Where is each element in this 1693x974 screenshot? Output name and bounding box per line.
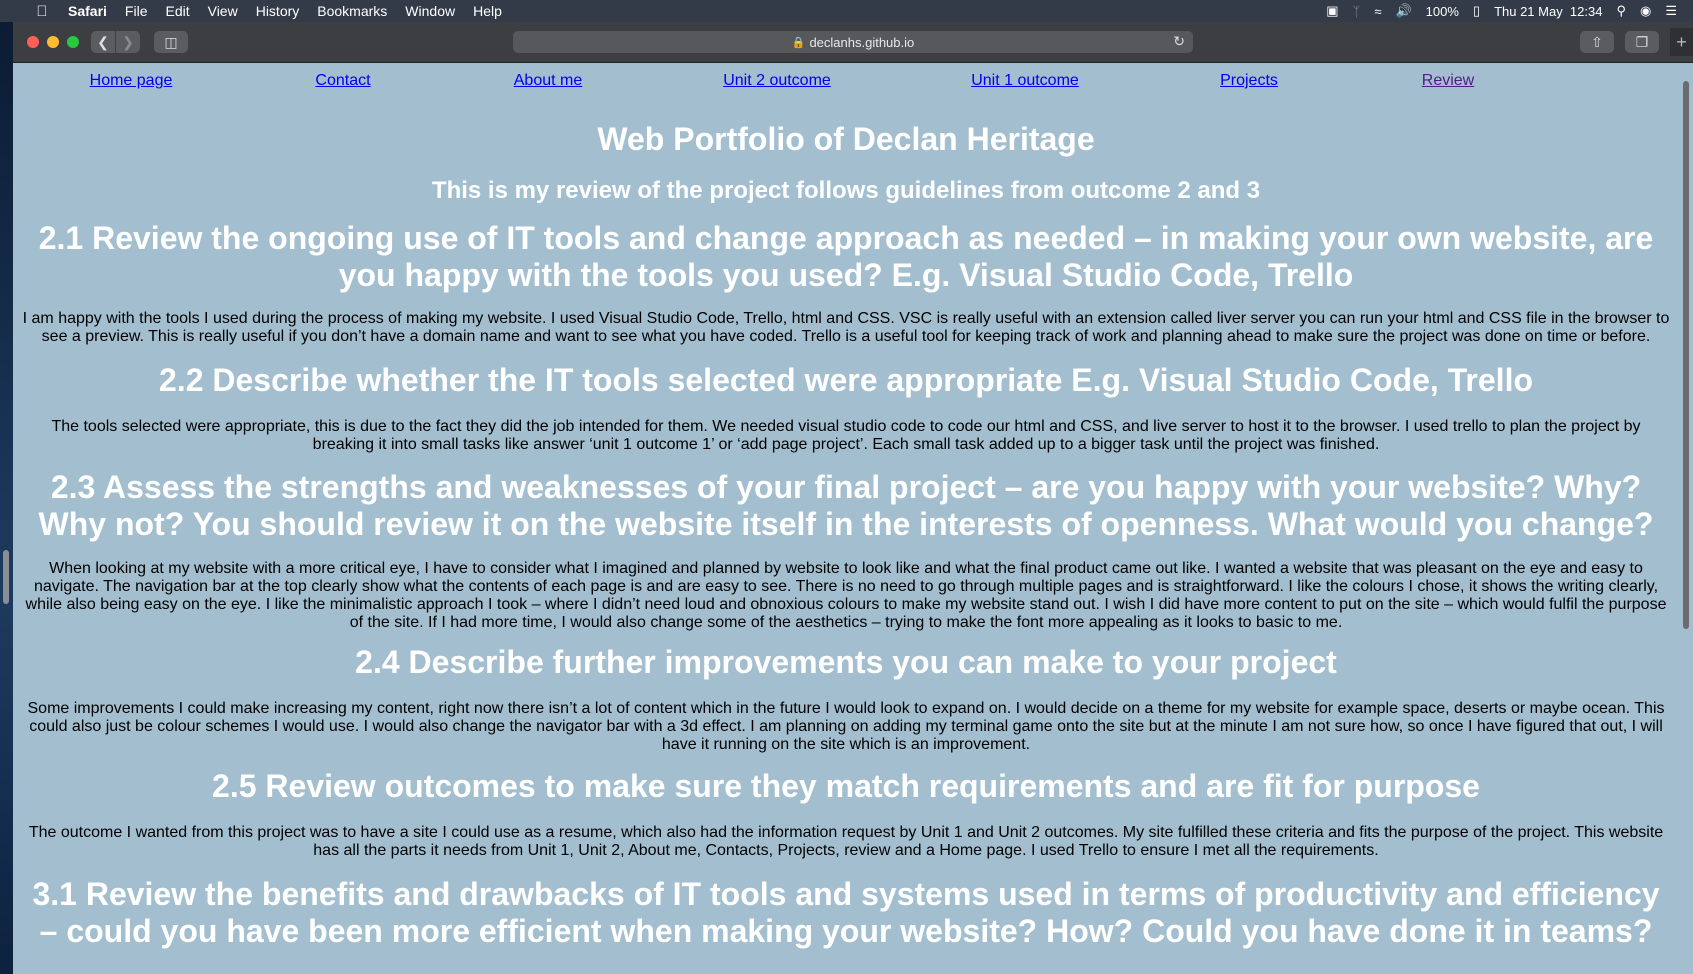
zoom-icon[interactable]: ▣ [1326, 3, 1338, 19]
notification-center-icon[interactable]: ☰ [1665, 3, 1677, 19]
menu-app-safari[interactable]: Safari [68, 3, 107, 19]
back-button[interactable]: ❮ [91, 31, 115, 53]
desktop-background [0, 22, 13, 974]
chevron-right-icon: ❯ [122, 33, 134, 50]
fullscreen-window-button[interactable] [67, 36, 79, 48]
safari-toolbar: ❮ ❯ ◫ 🔒 declanhs.github.io ↻ ⇧ ❐ + [13, 22, 1693, 63]
share-icon: ⇧ [1591, 33, 1603, 50]
section-heading-2-5: 2.5 Review outcomes to make sure they ma… [212, 768, 1480, 804]
menu-file[interactable]: File [125, 3, 148, 19]
page-subtitle: This is my review of the project follows… [431, 177, 1261, 204]
close-window-button[interactable] [27, 36, 39, 48]
show-tabs-button[interactable]: ❐ [1625, 31, 1659, 53]
menu-view[interactable]: View [208, 3, 238, 19]
apple-menu-icon[interactable]:  [32, 3, 52, 20]
section-heading-2-3: 2.3 Assess the strengths and weaknesses … [38, 469, 1654, 542]
safari-window: ❮ ❯ ◫ 🔒 declanhs.github.io ↻ ⇧ ❐ + Home … [13, 22, 1693, 974]
forward-button[interactable]: ❯ [116, 31, 140, 53]
volume-icon[interactable]: 🔊 [1395, 3, 1411, 19]
status-area: ▣ ᛉ ≈ 🔊 100% ▯ Thu 21 May 12:34 ⚲ ◉ ☰ [1326, 0, 1677, 22]
menu-history[interactable]: History [256, 3, 300, 19]
section-body-2-2: The tools selected were appropriate, thi… [51, 418, 1641, 453]
nav-link-home[interactable]: Home page [90, 72, 173, 90]
section-heading-2-1: 2.1 Review the ongoing use of IT tools a… [38, 220, 1654, 293]
battery-percent: 100% [1425, 3, 1459, 19]
menu-help[interactable]: Help [473, 3, 502, 19]
tabs-icon: ❐ [1635, 33, 1649, 50]
siri-icon[interactable]: ◉ [1640, 3, 1651, 19]
nav-link-unit-2-outcome[interactable]: Unit 2 outcome [723, 72, 831, 90]
chevron-left-icon: ❮ [97, 33, 109, 50]
section-body-2-5: The outcome I wanted from this project w… [28, 824, 1664, 859]
section-heading-3-1: 3.1 Review the benefits and drawbacks of… [32, 876, 1660, 949]
section-body-2-1: I am happy with the tools I used during … [22, 310, 1670, 345]
sidebar-icon: ◫ [164, 33, 178, 50]
site-navigation: Home page Contact About me Unit 2 outcom… [13, 63, 1679, 91]
nav-link-projects[interactable]: Projects [1220, 72, 1278, 90]
share-button[interactable]: ⇧ [1580, 31, 1614, 53]
page-scrollbar[interactable] [1679, 63, 1693, 974]
reload-icon[interactable]: ↻ [1173, 33, 1185, 50]
new-tab-button[interactable]: + [1670, 28, 1693, 56]
bluetooth-icon[interactable]: ᛉ [1353, 4, 1361, 19]
spotlight-search-icon[interactable]: ⚲ [1616, 3, 1626, 19]
sidebar-toggle-button[interactable]: ◫ [154, 31, 188, 53]
web-page: Home page Contact About me Unit 2 outcom… [13, 63, 1679, 974]
menu-window[interactable]: Window [405, 3, 455, 19]
menu-edit[interactable]: Edit [165, 3, 189, 19]
section-heading-2-4: 2.4 Describe further improvements you ca… [355, 644, 1337, 680]
lock-icon: 🔒 [791, 36, 806, 49]
wifi-icon[interactable]: ≈ [1374, 4, 1381, 19]
url-text: declanhs.github.io [809, 34, 915, 50]
macos-menu-bar:  Safari File Edit View History Bookmark… [0, 0, 1693, 22]
scrollbar-thumb[interactable] [1683, 81, 1689, 629]
section-body-2-3: When looking at my website with a more c… [25, 560, 1667, 631]
section-heading-2-2: 2.2 Describe whether the IT tools select… [159, 362, 1533, 398]
page-title: Web Portfolio of Declan Heritage [597, 121, 1095, 157]
plus-icon: + [1676, 31, 1687, 52]
clock[interactable]: Thu 21 May 12:34 [1494, 4, 1602, 19]
address-bar[interactable]: 🔒 declanhs.github.io ↻ [513, 31, 1193, 53]
battery-icon[interactable]: ▯ [1473, 3, 1480, 19]
nav-link-review[interactable]: Review [1422, 72, 1474, 90]
nav-link-unit-1-outcome[interactable]: Unit 1 outcome [971, 72, 1079, 90]
nav-link-contact[interactable]: Contact [315, 72, 370, 90]
desktop-window-edge [3, 550, 9, 604]
nav-link-about-me[interactable]: About me [514, 72, 582, 90]
minimize-window-button[interactable] [47, 36, 59, 48]
menu-bookmarks[interactable]: Bookmarks [317, 3, 387, 19]
section-body-2-4: Some improvements I could make increasin… [27, 700, 1665, 753]
